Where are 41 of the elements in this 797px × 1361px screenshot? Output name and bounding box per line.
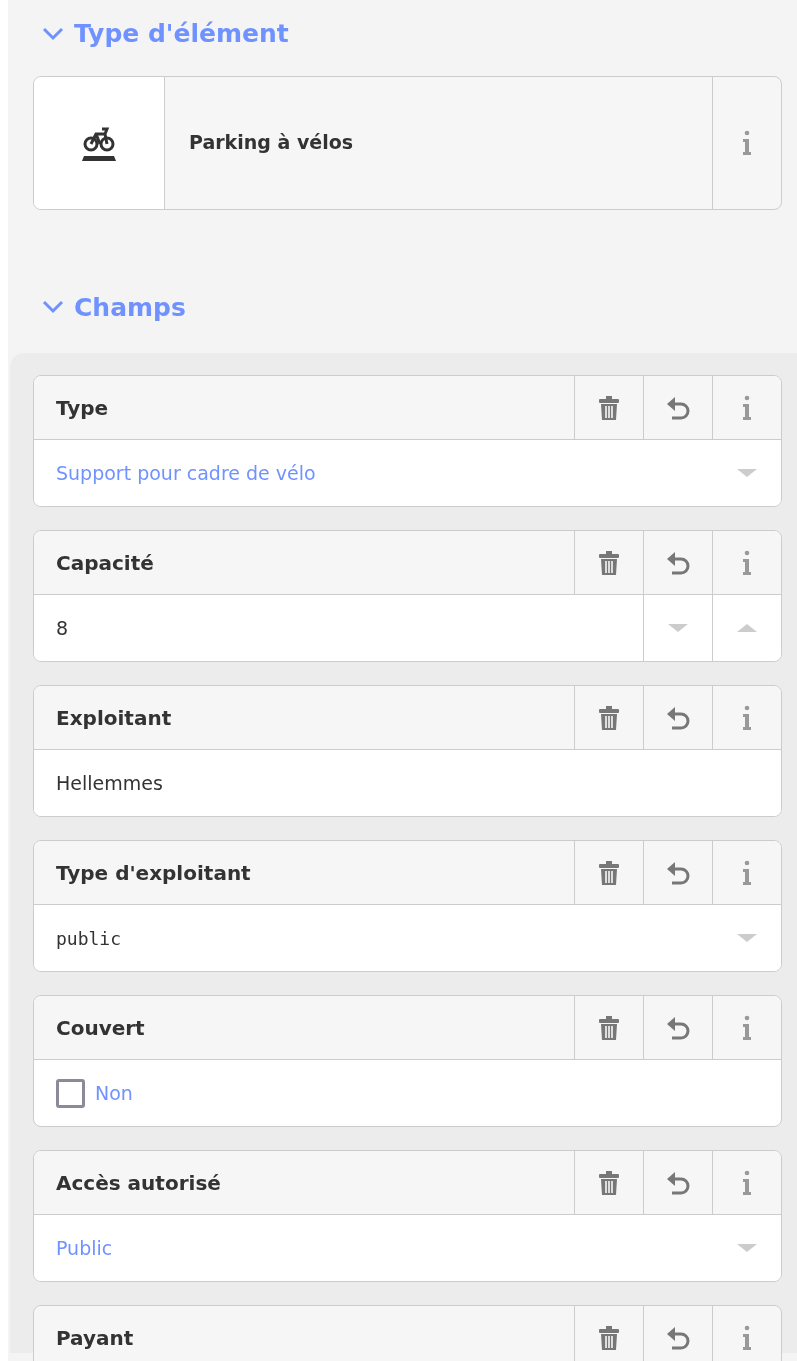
field-label: Payant xyxy=(55,1324,135,1352)
trash-icon xyxy=(598,1015,620,1040)
trash-icon xyxy=(598,1170,620,1195)
undo-icon xyxy=(666,705,690,730)
undo-icon xyxy=(666,1015,690,1040)
field-label: Capacité xyxy=(55,549,155,577)
info-icon xyxy=(742,550,752,575)
info-icon xyxy=(742,1325,752,1350)
undo-icon xyxy=(666,395,690,420)
undo-icon xyxy=(666,550,690,575)
chevron-down-icon xyxy=(42,26,64,41)
field-label: Accès autorisé xyxy=(55,1169,222,1197)
field-label: Exploitant xyxy=(55,704,173,732)
info-icon xyxy=(742,1170,752,1195)
caret-down-icon xyxy=(668,624,688,632)
section-toggle[interactable]: Type d'élément xyxy=(8,14,295,54)
trash-icon xyxy=(598,860,620,885)
trash-icon xyxy=(598,1325,620,1350)
info-icon xyxy=(742,130,752,155)
trash-icon xyxy=(598,395,620,420)
trash-icon xyxy=(598,550,620,575)
undo-icon xyxy=(666,860,690,885)
dropdown-caret-icon xyxy=(736,934,757,942)
checkbox-toggle[interactable]: Non xyxy=(34,1077,139,1109)
chevron-down-icon xyxy=(42,300,64,315)
info-icon xyxy=(742,860,752,885)
info-icon xyxy=(742,395,752,420)
preset-name[interactable]: Parking à vélos xyxy=(165,76,712,209)
info-icon xyxy=(742,705,752,730)
field-label: Couvert xyxy=(55,1014,146,1042)
dropdown-caret-icon xyxy=(736,469,757,477)
caret-up-icon xyxy=(737,624,757,632)
field-label: Type xyxy=(55,394,110,422)
field-label: Type d'exploitant xyxy=(55,859,252,887)
undo-icon xyxy=(666,1170,690,1195)
section-toggle[interactable]: Champs xyxy=(8,287,192,327)
dropdown-caret-icon xyxy=(736,1244,757,1252)
undo-icon xyxy=(666,1325,690,1350)
checkbox[interactable] xyxy=(56,1078,85,1108)
trash-icon xyxy=(598,705,620,730)
info-icon xyxy=(742,1015,752,1040)
